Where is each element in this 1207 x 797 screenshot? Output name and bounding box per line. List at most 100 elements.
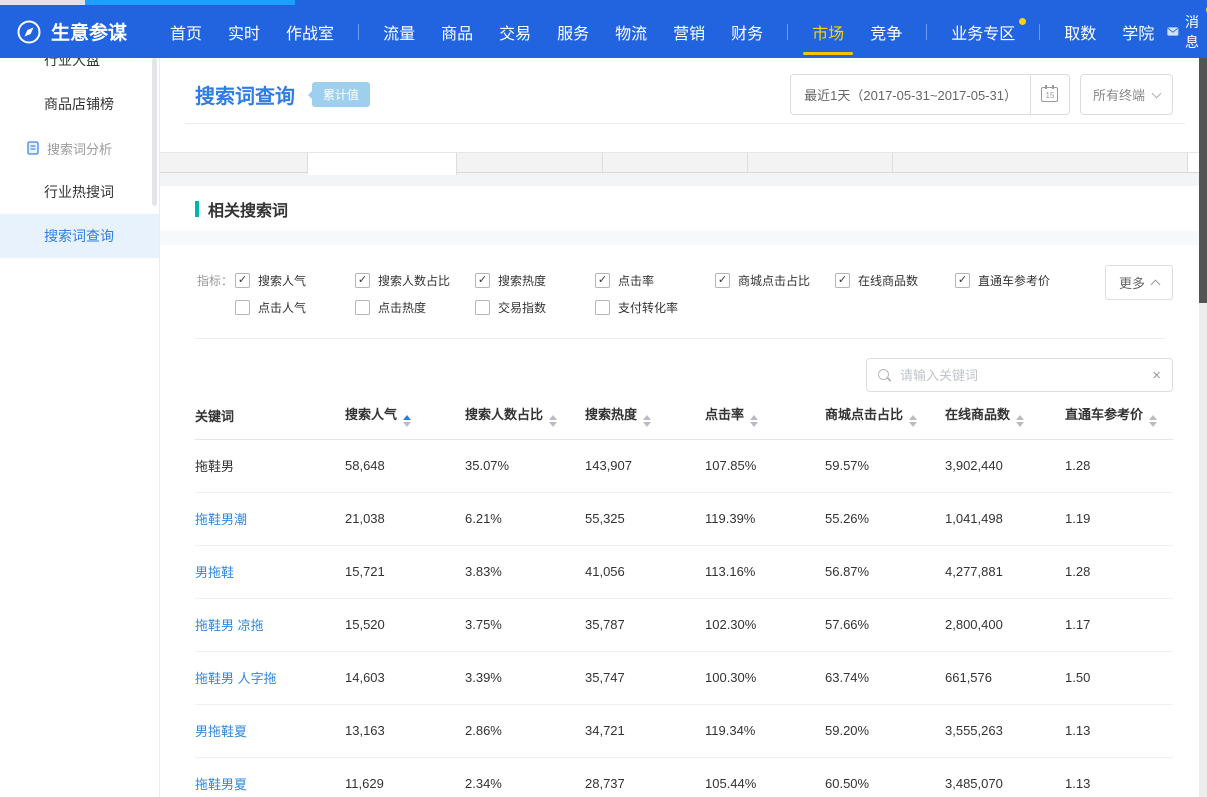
metric-checkbox-mall-click-ratio[interactable]: 商城点击占比 — [715, 272, 835, 289]
sidebar-item-label: 搜索词查询 — [44, 226, 114, 246]
checkbox-icon[interactable] — [595, 300, 610, 315]
metric-value: 1.19 — [1065, 492, 1173, 545]
nav-item-service[interactable]: 服务 — [544, 5, 602, 58]
page-scrollbar-thumb[interactable] — [1199, 58, 1207, 303]
keyword-cell: 男拖鞋夏 — [195, 704, 345, 757]
tab-1[interactable] — [160, 153, 308, 172]
keyword-link[interactable]: 男拖鞋夏 — [195, 724, 247, 739]
keyword-search-box — [866, 358, 1173, 392]
nav-item-academy[interactable]: 学院 — [1109, 5, 1167, 58]
nav-item-war-room[interactable]: 作战室 — [273, 5, 347, 58]
tab-4[interactable] — [603, 153, 748, 172]
keyword-link[interactable]: 男拖鞋 — [195, 565, 234, 580]
nav-item-home[interactable]: 首页 — [157, 5, 215, 58]
clear-input-icon[interactable] — [1152, 368, 1161, 383]
nav-item-realtime[interactable]: 实时 — [215, 5, 273, 58]
metric-label: 在线商品数 — [858, 272, 918, 289]
nav-item-label: 营销 — [673, 20, 705, 44]
nav-item-business-zone[interactable]: 业务专区 — [938, 5, 1028, 58]
sidebar-scrollbar[interactable] — [152, 58, 157, 206]
metrics-label: 指标： — [197, 272, 233, 289]
column-header-ztc-ref-price[interactable]: 直通车参考价 — [1065, 393, 1173, 439]
tab-2-active[interactable] — [308, 153, 457, 175]
metric-value: 1.13 — [1065, 757, 1173, 797]
checkbox-icon[interactable] — [235, 300, 250, 315]
nav-item-data-extract[interactable]: 取数 — [1051, 5, 1109, 58]
calendar-button[interactable]: 15 — [1031, 75, 1069, 114]
nav-item-marketing[interactable]: 营销 — [660, 5, 718, 58]
tab-3[interactable] — [457, 153, 603, 172]
column-header-search-heat[interactable]: 搜索热度 — [585, 393, 705, 439]
table-row: 拖鞋男 凉拖15,5203.75%35,787102.30%57.66%2,80… — [195, 598, 1173, 651]
messages-entry[interactable]: 消息 — [1167, 12, 1207, 52]
metric-checkbox-payment-conversion[interactable]: 支付转化率 — [595, 299, 715, 316]
document-icon — [26, 141, 40, 155]
column-header-search-user-ratio[interactable]: 搜索人数占比 — [465, 393, 585, 439]
nav-item-finance[interactable]: 财务 — [718, 5, 776, 58]
metric-checkbox-search-popularity[interactable]: 搜索人气 — [235, 272, 355, 289]
metric-checkbox-ztc-ref-price[interactable]: 直通车参考价 — [955, 272, 1075, 289]
date-range-button[interactable]: 最近1天（2017-05-31~2017-05-31） — [791, 75, 1031, 114]
metric-value: 15,721 — [345, 545, 465, 598]
metric-value: 1.28 — [1065, 439, 1173, 492]
terminal-selector-dropdown[interactable]: 所有终端 — [1080, 74, 1173, 115]
column-header-online-products[interactable]: 在线商品数 — [945, 393, 1065, 439]
keyword-link[interactable]: 拖鞋男潮 — [195, 512, 247, 527]
checkbox-icon[interactable] — [475, 300, 490, 315]
metric-value: 57.66% — [825, 598, 945, 651]
metric-checkbox-trade-index[interactable]: 交易指数 — [475, 299, 595, 316]
checkbox-icon[interactable] — [595, 273, 610, 288]
column-header-search-popularity[interactable]: 搜索人气 — [345, 393, 465, 439]
more-metrics-button[interactable]: 更多 — [1105, 265, 1173, 300]
keyword-search-input[interactable] — [900, 368, 1144, 383]
checkbox-icon[interactable] — [355, 273, 370, 288]
sort-down-arrow-icon — [1149, 422, 1157, 427]
sort-down-arrow-icon — [643, 422, 651, 427]
nav-item-competition[interactable]: 竞争 — [857, 5, 915, 58]
metric-checkbox-click-rate[interactable]: 点击率 — [595, 272, 715, 289]
checkbox-icon[interactable] — [355, 300, 370, 315]
keyword-link[interactable]: 拖鞋男 凉拖 — [195, 618, 264, 633]
sidebar-item-product-shop-rank[interactable]: 商品店铺榜 — [0, 82, 159, 126]
section-header: 相关搜索词 — [160, 186, 1199, 221]
nav-item-product[interactable]: 商品 — [428, 5, 486, 58]
column-header-click-rate[interactable]: 点击率 — [705, 393, 825, 439]
checkbox-icon[interactable] — [715, 273, 730, 288]
sort-icon[interactable] — [909, 415, 917, 427]
metric-checkbox-search-user-ratio[interactable]: 搜索人数占比 — [355, 272, 475, 289]
content-panel: 相关搜索词 指标： 搜索人气搜索人数占比搜索热度点击率商城点击占比在线商品数直通… — [160, 186, 1199, 797]
checkbox-icon[interactable] — [235, 273, 250, 288]
sort-down-arrow-icon — [403, 422, 411, 427]
tab-5[interactable] — [748, 153, 893, 172]
column-header-mall-click-ratio[interactable]: 商城点击占比 — [825, 393, 945, 439]
nav-item-trade[interactable]: 交易 — [486, 5, 544, 58]
app-logo[interactable]: 生意参谋 — [16, 18, 127, 45]
metric-checkbox-click-heat[interactable]: 点击热度 — [355, 299, 475, 316]
nav-item-logistics[interactable]: 物流 — [602, 5, 660, 58]
sort-icon[interactable] — [643, 415, 651, 427]
checkbox-icon[interactable] — [955, 273, 970, 288]
table-body: 拖鞋男58,64835.07%143,907107.85%59.57%3,902… — [195, 439, 1173, 797]
sort-icon[interactable] — [549, 415, 557, 427]
sidebar-item-industry-hot-words[interactable]: 行业热搜词 — [0, 170, 159, 214]
sidebar-item-search-word-query[interactable]: 搜索词查询 — [0, 214, 159, 258]
metric-value: 35.07% — [465, 439, 585, 492]
keyword-link[interactable]: 拖鞋男 人字拖 — [195, 671, 277, 686]
keyword-cell: 拖鞋男 — [195, 439, 345, 492]
sort-icon[interactable] — [750, 415, 758, 427]
checkbox-icon[interactable] — [475, 273, 490, 288]
keyword-link[interactable]: 拖鞋男夏 — [195, 777, 247, 792]
nav-item-label: 业务专区 — [951, 20, 1015, 44]
nav-item-market[interactable]: 市场 — [799, 5, 857, 58]
nav-item-traffic[interactable]: 流量 — [370, 5, 428, 58]
messages-label: 消息 — [1185, 12, 1204, 52]
metric-checkbox-click-popularity[interactable]: 点击人气 — [235, 299, 355, 316]
metric-checkbox-online-products[interactable]: 在线商品数 — [835, 272, 955, 289]
sort-up-arrow-icon — [909, 415, 917, 420]
sort-icon[interactable] — [1149, 415, 1157, 427]
metric-checkbox-search-heat[interactable]: 搜索热度 — [475, 272, 595, 289]
sort-icon[interactable] — [1016, 415, 1024, 427]
sidebar-item-industry-overview[interactable]: 行业大盘 — [0, 58, 159, 82]
checkbox-icon[interactable] — [835, 273, 850, 288]
sort-icon[interactable] — [403, 415, 411, 427]
